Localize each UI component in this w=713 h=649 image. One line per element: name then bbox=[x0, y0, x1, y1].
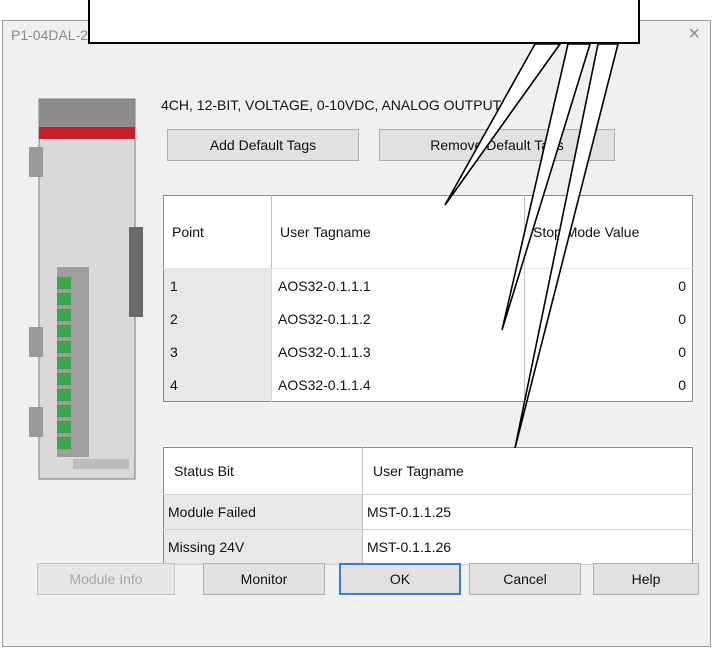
user-tagname-cell[interactable]: MST-0.1.1.26 bbox=[362, 529, 693, 565]
status-bit-cell: Missing 24V bbox=[163, 529, 363, 565]
window-title: P1-04DAL-2 bbox=[11, 27, 89, 43]
close-icon[interactable]: × bbox=[688, 23, 700, 46]
module-description: 4CH, 12-BIT, VOLTAGE, 0-10VDC, ANALOG OU… bbox=[161, 97, 502, 113]
table-row[interactable]: Missing 24V MST-0.1.1.26 bbox=[163, 529, 693, 565]
ok-button[interactable]: OK bbox=[339, 563, 461, 595]
point-cell: 4 bbox=[163, 368, 272, 402]
user-tagname-cell[interactable]: AOS32-0.1.1.4 bbox=[271, 368, 525, 402]
stop-mode-value-cell[interactable]: 0 bbox=[525, 368, 693, 402]
points-table: Point User Tagname Stop Mode Value 1 AOS… bbox=[163, 195, 693, 402]
callout-box bbox=[88, 0, 640, 44]
remove-default-tags-button[interactable]: Remove Default Tags bbox=[379, 129, 615, 161]
table-row[interactable]: 2 AOS32-0.1.1.2 0 bbox=[163, 302, 693, 335]
column-header-user-tagname[interactable]: User Tagname bbox=[271, 195, 525, 269]
user-tagname-cell[interactable]: AOS32-0.1.1.3 bbox=[271, 335, 525, 368]
status-bit-cell: Module Failed bbox=[163, 494, 363, 530]
table-row[interactable]: Module Failed MST-0.1.1.25 bbox=[163, 494, 693, 530]
user-tagname-cell[interactable]: AOS32-0.1.1.2 bbox=[271, 302, 525, 335]
module-config-dialog: P1-04DAL-2 × 4CH, 12-BIT, VOLTAGE, 0-10V… bbox=[2, 20, 711, 647]
table-row[interactable]: 4 AOS32-0.1.1.4 0 bbox=[163, 368, 693, 402]
column-header-user-tagname[interactable]: User Tagname bbox=[362, 447, 693, 495]
table-row[interactable]: 3 AOS32-0.1.1.3 0 bbox=[163, 335, 693, 368]
point-cell: 3 bbox=[163, 335, 272, 368]
stop-mode-value-cell[interactable]: 0 bbox=[525, 269, 693, 303]
status-bits-table: Status Bit User Tagname Module Failed MS… bbox=[163, 447, 693, 565]
point-cell: 2 bbox=[163, 302, 272, 335]
column-header-stop-mode-value[interactable]: Stop Mode Value bbox=[524, 195, 693, 269]
plc-module-icon bbox=[29, 98, 143, 480]
stop-mode-value-cell[interactable]: 0 bbox=[525, 335, 693, 368]
column-header-point[interactable]: Point bbox=[163, 195, 272, 269]
column-header-status-bit[interactable]: Status Bit bbox=[163, 447, 363, 495]
stop-mode-value-cell[interactable]: 0 bbox=[525, 302, 693, 335]
user-tagname-cell[interactable]: MST-0.1.1.25 bbox=[362, 494, 693, 530]
table-row[interactable]: 1 AOS32-0.1.1.1 0 bbox=[163, 268, 693, 303]
point-cell: 1 bbox=[163, 268, 272, 302]
monitor-button[interactable]: Monitor bbox=[203, 563, 325, 595]
add-default-tags-button[interactable]: Add Default Tags bbox=[167, 129, 359, 161]
module-info-button[interactable]: Module Info bbox=[37, 563, 175, 595]
user-tagname-cell[interactable]: AOS32-0.1.1.1 bbox=[271, 268, 525, 302]
cancel-button[interactable]: Cancel bbox=[469, 563, 581, 595]
help-button[interactable]: Help bbox=[593, 563, 699, 595]
